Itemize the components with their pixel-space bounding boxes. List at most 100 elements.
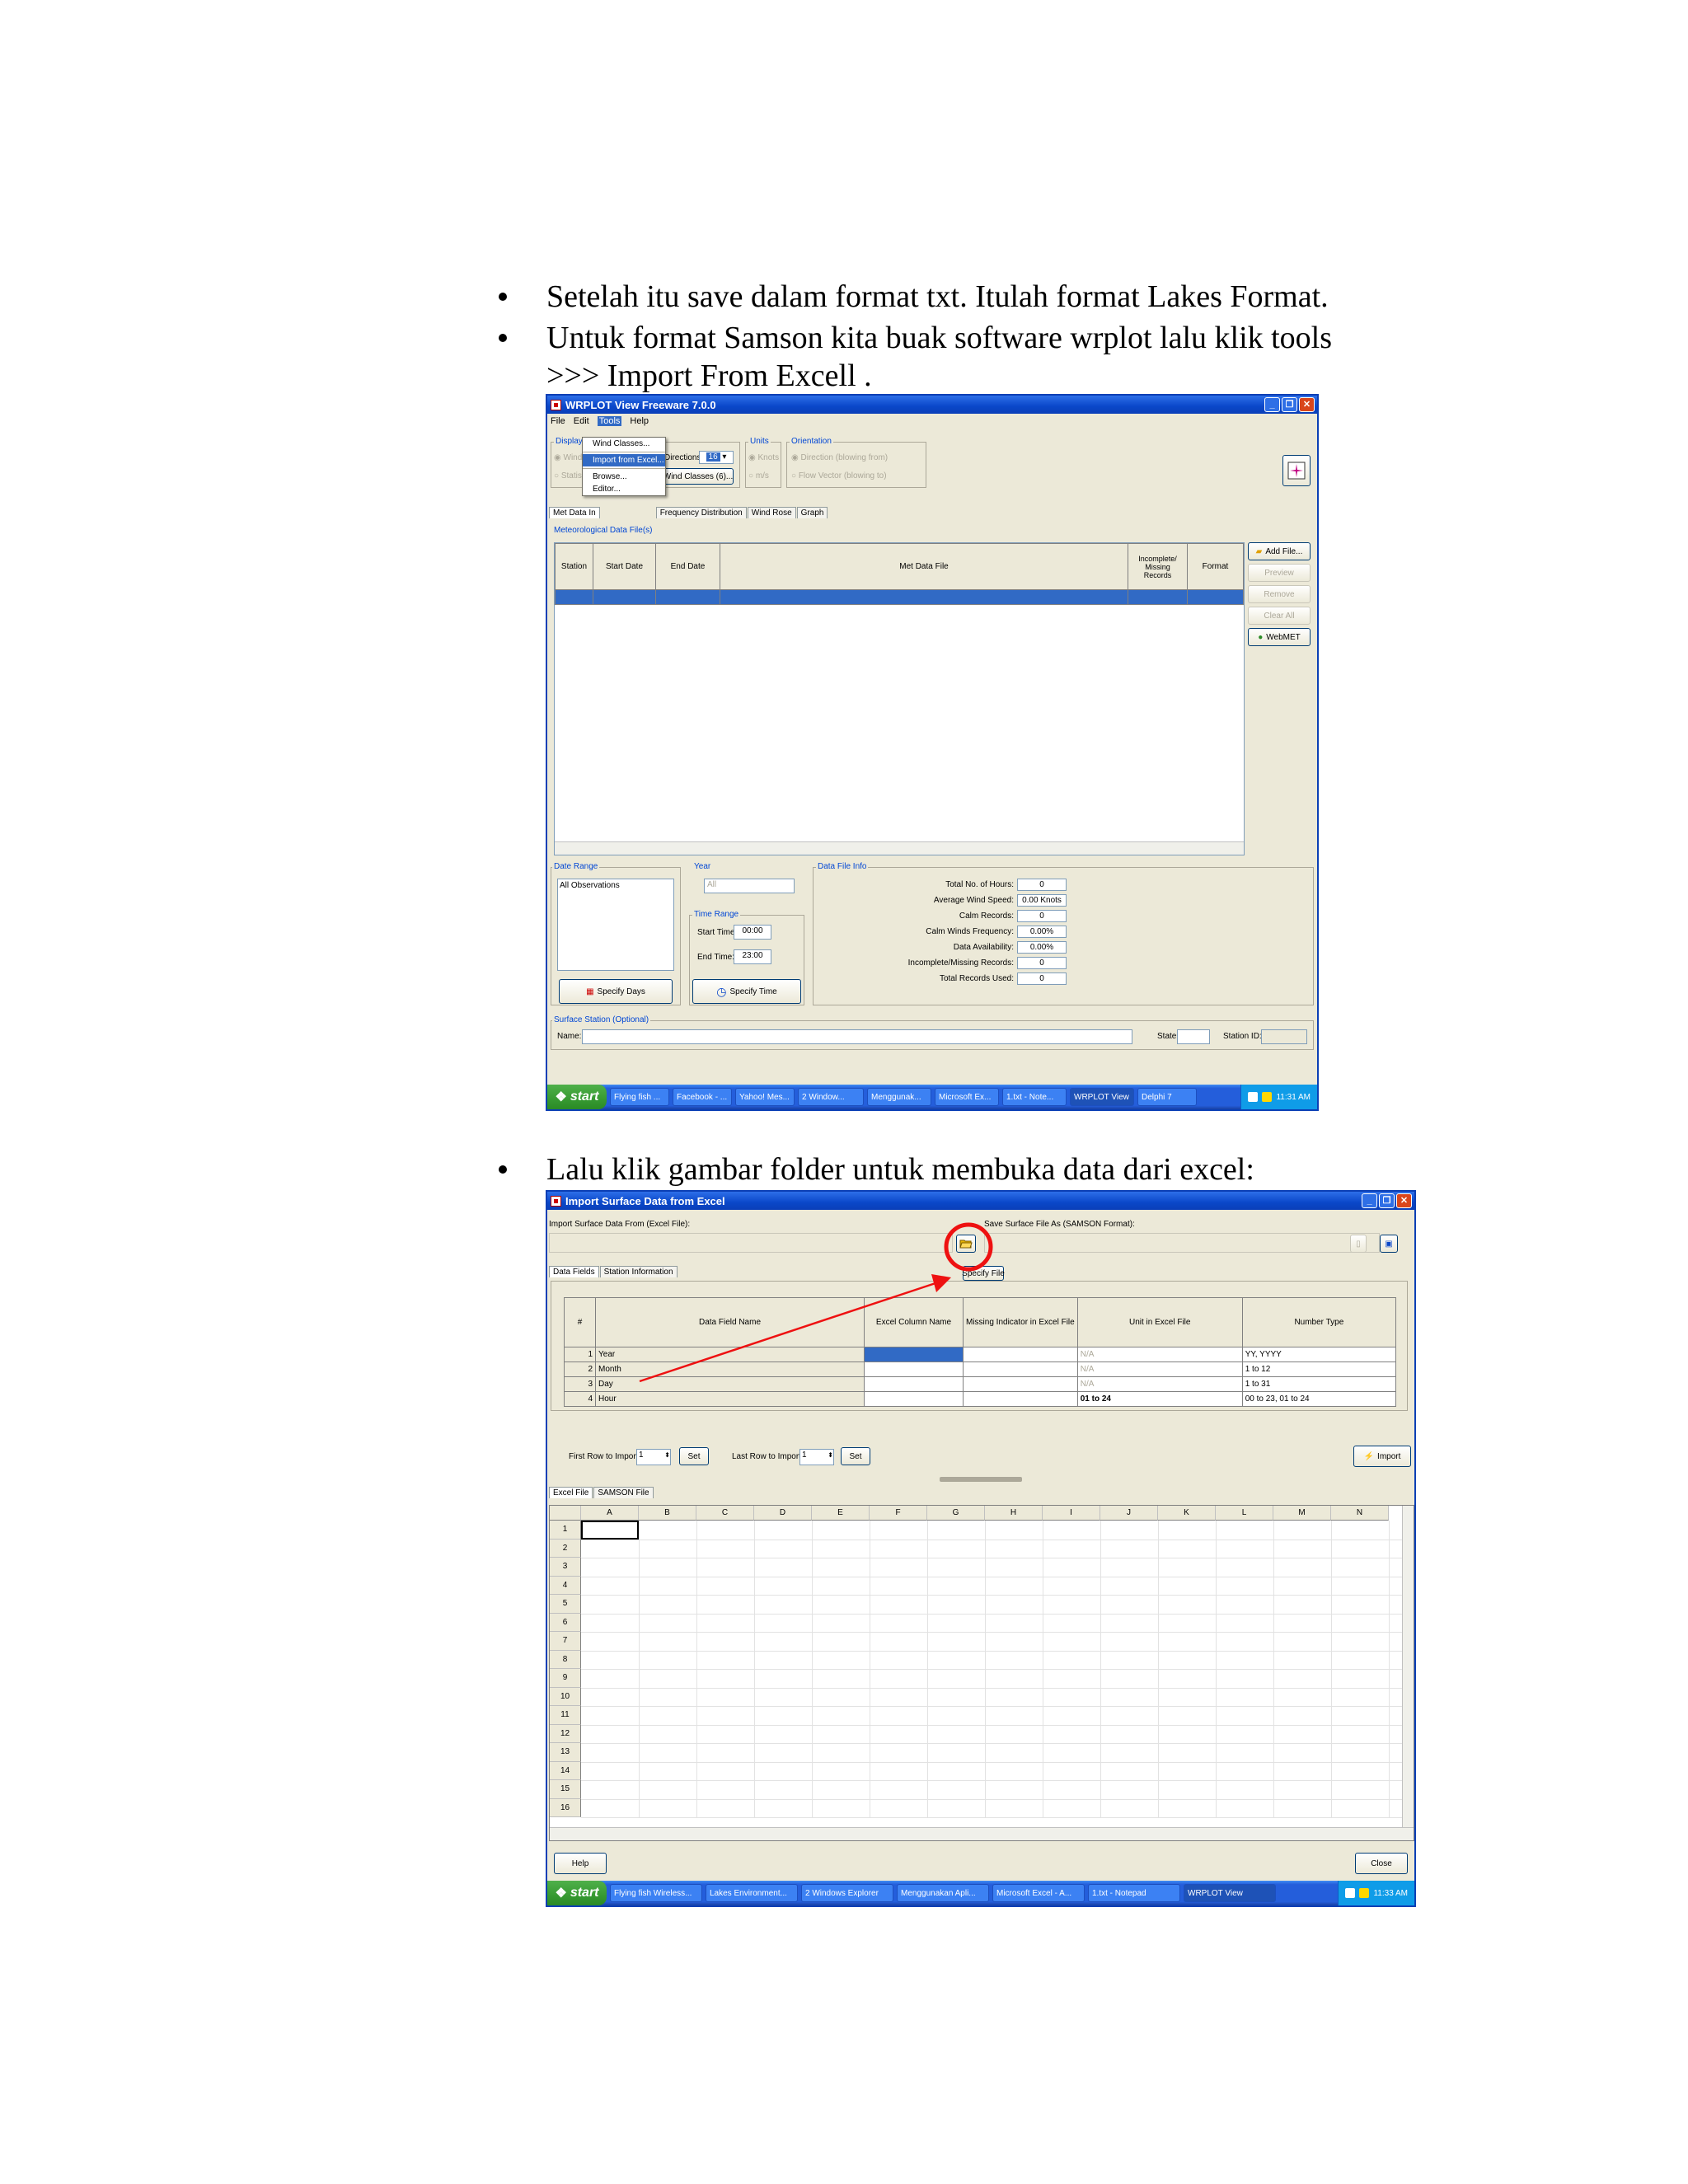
- taskbar-item[interactable]: Yahoo! Mes...: [735, 1088, 795, 1106]
- taskbar-item-active[interactable]: WRPLOT View: [1184, 1884, 1276, 1902]
- preview-samson-button[interactable]: ▯: [1350, 1235, 1367, 1253]
- splitter-handle[interactable]: [940, 1477, 1022, 1482]
- save-file-path[interactable]: [984, 1233, 1380, 1253]
- specify-days-button[interactable]: ▦ Specify Days: [559, 979, 673, 1004]
- menu-tools[interactable]: Tools: [597, 416, 622, 426]
- taskbar-item[interactable]: Microsoft Ex...: [935, 1088, 999, 1106]
- tray-volume-icon[interactable]: [1262, 1092, 1273, 1102]
- start-time-field[interactable]: 00:00: [734, 925, 771, 940]
- taskbar-item[interactable]: 1.txt - Note...: [1002, 1088, 1067, 1106]
- sheet-row-header[interactable]: 7: [550, 1632, 581, 1651]
- taskbar-item[interactable]: Menggunak...: [867, 1088, 931, 1106]
- taskbar-item-active[interactable]: WRPLOT View: [1070, 1088, 1134, 1106]
- minimize-button[interactable]: _: [1264, 397, 1280, 412]
- sheet-column-header[interactable]: N: [1331, 1506, 1389, 1521]
- station-id-field[interactable]: [1261, 1029, 1307, 1044]
- date-range-list[interactable]: All Observations: [557, 879, 674, 971]
- taskbar-item[interactable]: 2 Window...: [798, 1088, 864, 1106]
- menu-item-wind-classes[interactable]: Wind Classes...: [583, 438, 665, 450]
- close-button[interactable]: ✕: [1396, 1193, 1412, 1208]
- radio-direction[interactable]: ◉ Direction (blowing from): [791, 453, 888, 462]
- set-first-row-button[interactable]: Set: [679, 1447, 709, 1465]
- sheet-row-header[interactable]: 1: [550, 1521, 581, 1540]
- sheet-column-header[interactable]: E: [812, 1506, 870, 1521]
- state-field[interactable]: [1177, 1029, 1210, 1044]
- last-row-stepper[interactable]: 1 ⬍: [799, 1449, 834, 1465]
- menu-file[interactable]: File: [551, 416, 565, 426]
- col-incomplete-records[interactable]: Incomplete/ Missing Records: [1128, 543, 1188, 590]
- year-select[interactable]: All: [704, 879, 795, 893]
- sheet-row-header[interactable]: 15: [550, 1780, 581, 1799]
- maximize-button[interactable]: ❐: [1282, 397, 1297, 412]
- excel-spreadsheet[interactable]: A B C D E F G H I J K L M N 1 2 3 4 5 6 7 8 9 10 11 12 13 14 15 16: [549, 1505, 1414, 1841]
- set-last-row-button[interactable]: Set: [841, 1447, 870, 1465]
- taskbar-item[interactable]: Delphi 7: [1137, 1088, 1197, 1106]
- sheet-column-header[interactable]: I: [1043, 1506, 1100, 1521]
- col-number[interactable]: #: [564, 1297, 596, 1347]
- station-name-field[interactable]: [582, 1029, 1132, 1044]
- col-number-type[interactable]: Number Type: [1241, 1297, 1397, 1347]
- sheet-row-header[interactable]: 13: [550, 1743, 581, 1762]
- col-missing-indicator[interactable]: Missing Indicator in Excel File: [963, 1297, 1078, 1347]
- sheet-row-header[interactable]: 11: [550, 1706, 581, 1725]
- sheet-row-header[interactable]: 6: [550, 1613, 581, 1632]
- sheet-row-header[interactable]: 4: [550, 1576, 581, 1595]
- col-end-date[interactable]: End Date: [655, 543, 720, 590]
- menu-edit[interactable]: Edit: [574, 416, 589, 426]
- start-button[interactable]: ❖ start: [547, 1085, 607, 1109]
- close-dialog-button[interactable]: Close: [1355, 1853, 1408, 1874]
- col-format[interactable]: Format: [1187, 543, 1244, 590]
- taskbar-item[interactable]: Facebook - ...: [673, 1088, 732, 1106]
- specify-time-button[interactable]: ◷ Specify Time: [692, 979, 801, 1004]
- vertical-scrollbar[interactable]: [1402, 1506, 1414, 1827]
- close-button[interactable]: ✕: [1299, 397, 1315, 412]
- sheet-column-header[interactable]: J: [1100, 1506, 1158, 1521]
- sheet-column-header[interactable]: B: [639, 1506, 696, 1521]
- col-unit[interactable]: Unit in Excel File: [1076, 1297, 1243, 1347]
- maximize-button[interactable]: ❐: [1379, 1193, 1395, 1208]
- taskbar-item[interactable]: Lakes Environment...: [706, 1884, 798, 1902]
- tray-network-icon[interactable]: [1345, 1888, 1356, 1898]
- sheet-row-header[interactable]: 2: [550, 1539, 581, 1558]
- tab-data-fields[interactable]: Data Fields: [549, 1266, 599, 1277]
- horizontal-scrollbar[interactable]: [555, 841, 1244, 855]
- webmet-button[interactable]: ● WebMET: [1248, 628, 1311, 646]
- sheet-column-header[interactable]: F: [870, 1506, 927, 1521]
- table-row[interactable]: 4 Hour 01 to 24 00 to 23, 01 to 24: [564, 1391, 1397, 1407]
- tab-wind-rose[interactable]: Wind Rose: [747, 507, 796, 518]
- tab-met-data[interactable]: Met Data In: [549, 507, 600, 518]
- first-row-stepper[interactable]: 1 ⬍: [636, 1449, 671, 1465]
- col-station[interactable]: Station: [555, 543, 593, 590]
- sheet-row-header[interactable]: 5: [550, 1595, 581, 1614]
- sheet-column-header[interactable]: C: [696, 1506, 754, 1521]
- taskbar-item[interactable]: 1.txt - Notepad: [1088, 1884, 1180, 1902]
- table-row[interactable]: [555, 589, 1244, 605]
- save-samson-button[interactable]: ▣: [1380, 1235, 1398, 1253]
- horizontal-scrollbar[interactable]: [550, 1827, 1414, 1840]
- start-button[interactable]: ❖ start: [547, 1881, 607, 1905]
- import-button[interactable]: ⚡ Import: [1353, 1446, 1411, 1467]
- tab-frequency-distribution[interactable]: Frequency Distribution: [655, 507, 747, 518]
- selected-cell-a1[interactable]: [581, 1521, 639, 1540]
- clear-all-button[interactable]: Clear All: [1248, 607, 1311, 625]
- sheet-row-header[interactable]: 12: [550, 1724, 581, 1743]
- radio-ms[interactable]: ○ m/s: [748, 471, 769, 480]
- sheet-column-header[interactable]: A: [581, 1506, 639, 1521]
- sheet-row-header[interactable]: 9: [550, 1669, 581, 1688]
- sheet-row-header[interactable]: 3: [550, 1558, 581, 1577]
- help-button[interactable]: Help: [554, 1853, 607, 1874]
- add-file-button[interactable]: ▰ Add File...: [1248, 542, 1311, 560]
- tray-network-icon[interactable]: [1248, 1092, 1259, 1102]
- directions-select[interactable]: 16 ▾: [699, 451, 734, 464]
- col-met-data-file[interactable]: Met Data File: [720, 543, 1128, 590]
- radio-wind[interactable]: ◉ Wind: [554, 453, 582, 462]
- sheet-column-header[interactable]: D: [754, 1506, 812, 1521]
- sheet-corner[interactable]: [550, 1506, 581, 1521]
- preview-button[interactable]: Preview: [1248, 564, 1311, 582]
- menu-help[interactable]: Help: [630, 416, 649, 426]
- sheet-column-header[interactable]: H: [985, 1506, 1043, 1521]
- taskbar-item[interactable]: Menggunakan Apli...: [897, 1884, 989, 1902]
- tab-excel-file[interactable]: Excel File: [549, 1487, 593, 1498]
- radio-flow-vector[interactable]: ○ Flow Vector (blowing to): [791, 471, 887, 480]
- taskbar-item[interactable]: Microsoft Excel - A...: [992, 1884, 1085, 1902]
